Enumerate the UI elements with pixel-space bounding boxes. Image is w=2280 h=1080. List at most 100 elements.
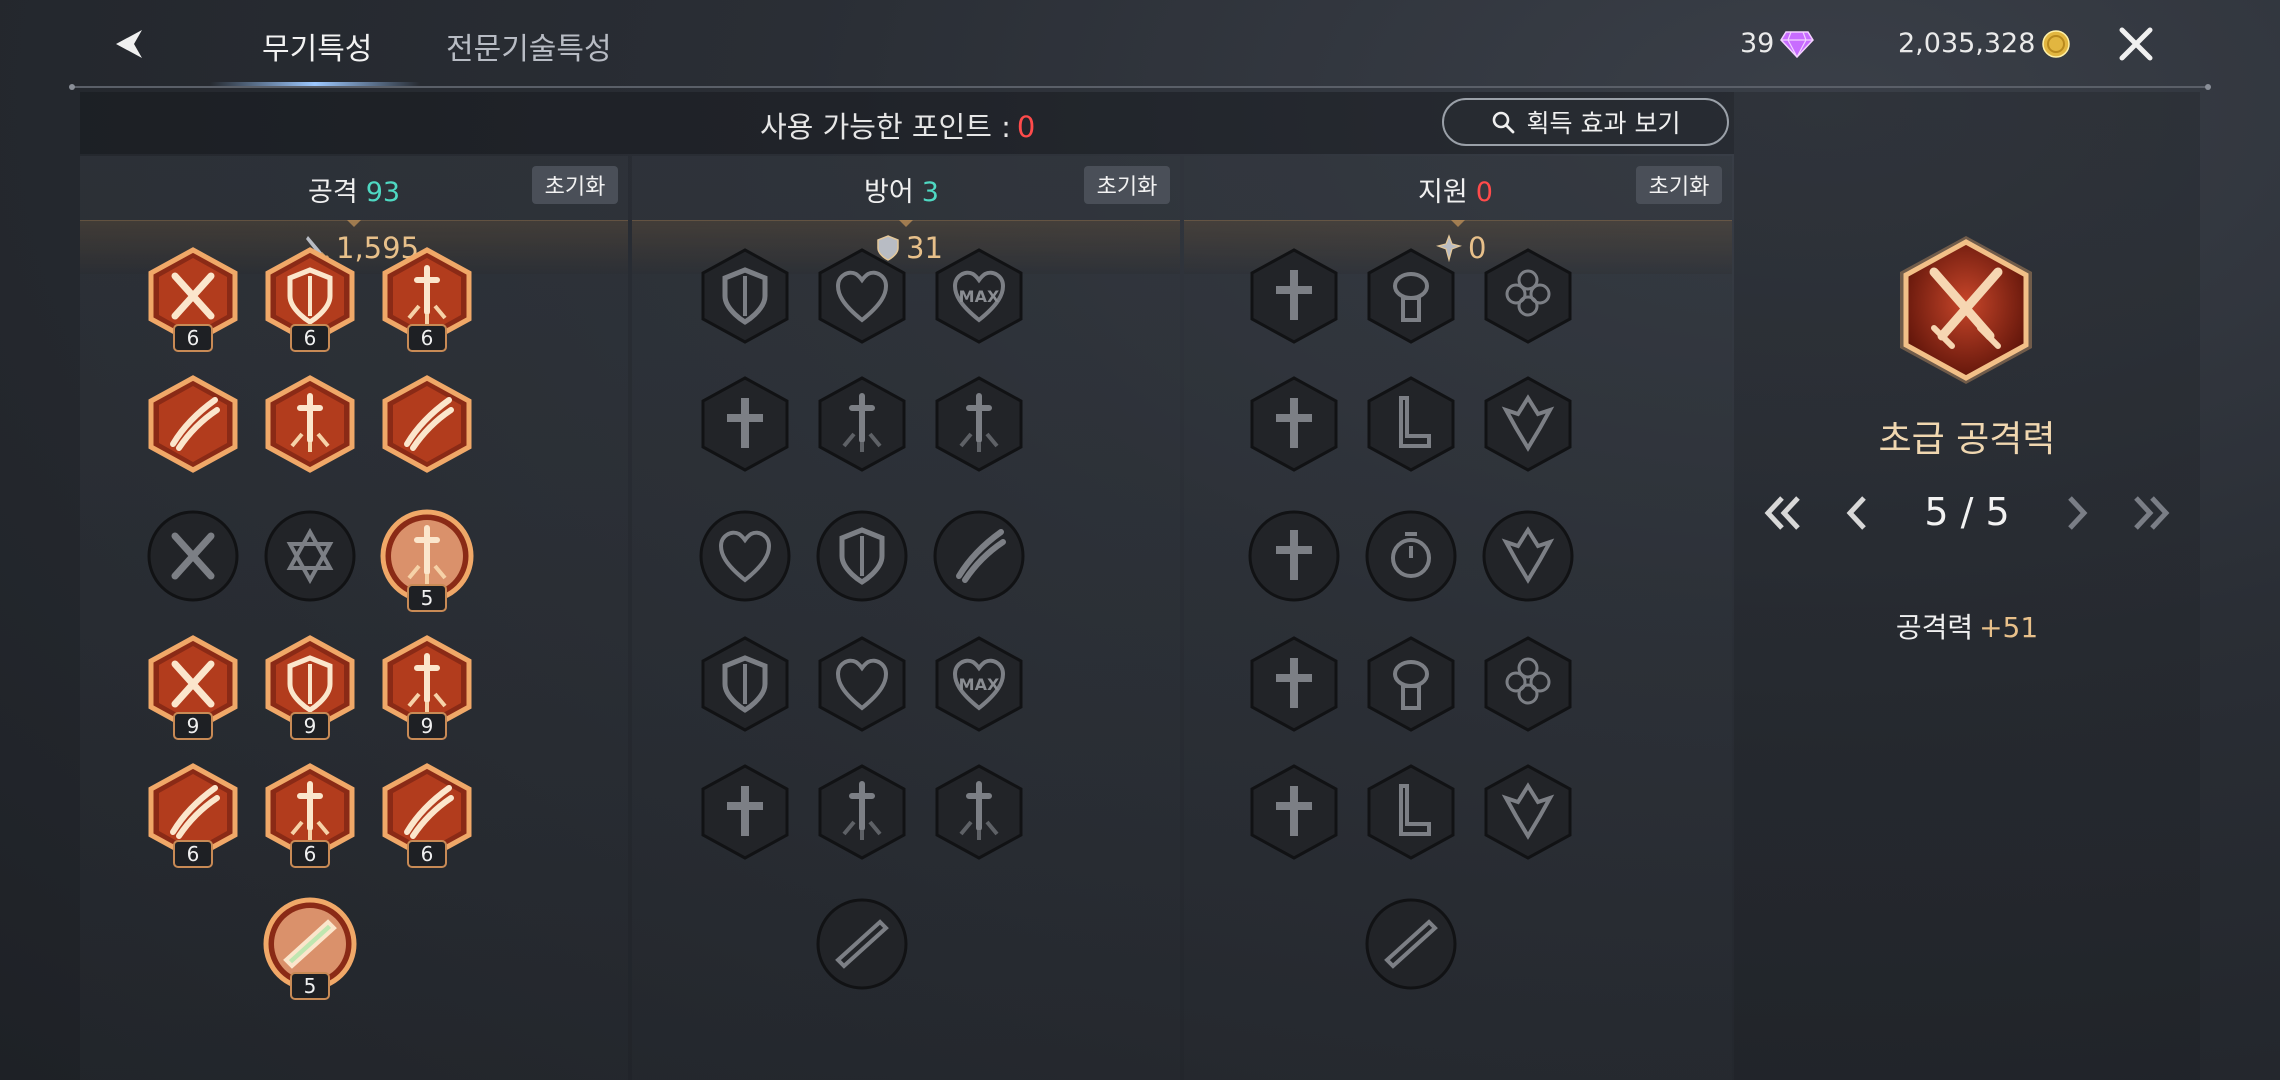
herb-icon <box>1367 248 1455 344</box>
anchor-sword-icon <box>935 376 1023 472</box>
hexagram-icon <box>264 510 356 602</box>
double-chevron-right-icon <box>2134 496 2170 530</box>
attack-reset-button[interactable]: 초기화 <box>532 166 618 204</box>
max-label: MAX <box>959 287 1000 306</box>
defense-trait-node[interactable] <box>697 374 793 474</box>
support-header: 지원 0 초기화 <box>1184 156 1732 216</box>
first-page-button[interactable] <box>1758 488 1808 538</box>
support-trait-node[interactable] <box>1363 506 1459 606</box>
support-trait-node[interactable] <box>1246 634 1342 734</box>
support-trait-node[interactable] <box>1363 634 1459 734</box>
dark-blade-icon <box>816 898 908 990</box>
level-pager: 5 / 5 <box>1734 484 2200 544</box>
trait-level-badge: 6 <box>407 840 447 868</box>
radiant-cross-icon <box>1248 510 1340 602</box>
next-page-button[interactable] <box>2052 488 2102 538</box>
header-divider <box>69 84 2211 90</box>
back-button[interactable] <box>108 22 152 66</box>
tab-skill-traits[interactable]: 전문기술특성 <box>446 24 612 67</box>
last-page-button[interactable] <box>2126 488 2176 538</box>
view-effects-button[interactable]: 획득 효과 보기 <box>1442 98 1729 146</box>
view-effects-label: 획득 효과 보기 <box>1526 109 1681 138</box>
trait-level-badge: 6 <box>407 324 447 352</box>
defense-trait-node[interactable] <box>814 374 910 474</box>
attack-trait-node[interactable]: 5 <box>379 506 475 612</box>
trait-effect-label: 공격력 <box>1895 611 1974 644</box>
trait-level-badge: 9 <box>290 712 330 740</box>
shield-sword-icon <box>701 248 789 344</box>
attack-title-label: 공격 <box>308 177 358 208</box>
heart-cross-icon <box>818 636 906 732</box>
attack-title: 공격 93 <box>308 170 400 209</box>
defense-trait-node[interactable] <box>697 506 793 606</box>
attack-trait-node[interactable]: 6 <box>379 762 475 868</box>
support-trait-node[interactable] <box>1480 246 1576 346</box>
support-trait-node[interactable] <box>1363 246 1459 346</box>
attack-trait-node[interactable]: 6 <box>262 762 358 868</box>
attack-trait-node[interactable]: 6 <box>145 246 241 352</box>
max-label: MAX <box>959 675 1000 694</box>
defense-trait-node[interactable] <box>814 894 910 994</box>
support-trait-node[interactable] <box>1363 374 1459 474</box>
attack-trait-node[interactable] <box>262 506 358 606</box>
stopwatch-icon <box>1365 510 1457 602</box>
support-reset-button[interactable]: 초기화 <box>1636 166 1722 204</box>
herb-icon <box>1367 636 1455 732</box>
attack-trait-node[interactable] <box>145 374 241 474</box>
attack-trait-node[interactable]: 6 <box>145 762 241 868</box>
attack-trait-node[interactable] <box>379 374 475 474</box>
support-trait-node[interactable] <box>1246 762 1342 862</box>
double-chevron-left-icon <box>1764 496 1800 530</box>
defense-trait-node[interactable] <box>931 374 1027 474</box>
holy-cross-icon <box>1250 248 1338 344</box>
shield-icon <box>816 510 908 602</box>
available-points-value: 0 <box>1016 110 1036 144</box>
support-trait-node[interactable] <box>1480 506 1576 606</box>
clover-icon <box>1484 636 1572 732</box>
defense-reset-button[interactable]: 초기화 <box>1084 166 1170 204</box>
support-trait-node[interactable] <box>1363 894 1459 994</box>
prev-page-button[interactable] <box>1832 488 1882 538</box>
defense-trait-node[interactable] <box>931 506 1027 606</box>
broken-heart-icon <box>699 510 791 602</box>
support-trait-node[interactable] <box>1246 506 1342 606</box>
attack-trait-node[interactable]: 5 <box>262 894 358 1000</box>
slash-sword-icon <box>148 375 238 473</box>
gold-coin-icon <box>2042 29 2071 58</box>
defense-trait-node[interactable] <box>697 246 793 346</box>
defense-trait-node[interactable] <box>814 506 910 606</box>
defense-trait-node[interactable] <box>931 762 1027 862</box>
support-trait-node[interactable] <box>1480 762 1576 862</box>
tab-weapon-traits[interactable]: 무기특성 <box>262 24 372 67</box>
dragon-icon <box>1484 376 1572 472</box>
defense-trait-node[interactable] <box>814 634 910 734</box>
attack-trait-node[interactable]: 6 <box>379 246 475 352</box>
support-trait-node[interactable] <box>1246 246 1342 346</box>
defense-trait-node[interactable] <box>697 762 793 862</box>
attack-trait-node[interactable]: 9 <box>145 634 241 740</box>
attack-trait-node[interactable] <box>145 506 241 606</box>
support-trait-node[interactable] <box>1480 634 1576 734</box>
defense-trait-node[interactable] <box>814 762 910 862</box>
support-trait-node[interactable] <box>1363 762 1459 862</box>
defense-trait-node[interactable] <box>814 246 910 346</box>
defense-trait-node[interactable]: MAX <box>931 634 1027 734</box>
trait-level-badge: 6 <box>173 840 213 868</box>
anchor-sword-icon <box>935 764 1023 860</box>
defense-trait-node[interactable] <box>697 634 793 734</box>
trait-effect: 공격력 +51 <box>1734 606 2200 646</box>
support-trait-node[interactable] <box>1480 374 1576 474</box>
defense-trait-node[interactable]: MAX <box>931 246 1027 346</box>
attack-trait-node[interactable]: 9 <box>262 634 358 740</box>
attack-trait-node[interactable]: 6 <box>262 246 358 352</box>
attack-trait-node[interactable] <box>262 374 358 474</box>
search-icon <box>1492 111 1514 134</box>
attack-trait-node[interactable]: 9 <box>379 634 475 740</box>
support-trait-node[interactable] <box>1246 374 1342 474</box>
trait-level-badge: 5 <box>290 972 330 1000</box>
gold-amount: 2,035,328 <box>1898 28 2036 59</box>
trait-effect-value: +51 <box>1979 611 2039 644</box>
close-button[interactable] <box>2114 22 2158 66</box>
selected-trait-name: 초급 공격력 <box>1878 419 2056 460</box>
trait-level-badge: 9 <box>173 712 213 740</box>
